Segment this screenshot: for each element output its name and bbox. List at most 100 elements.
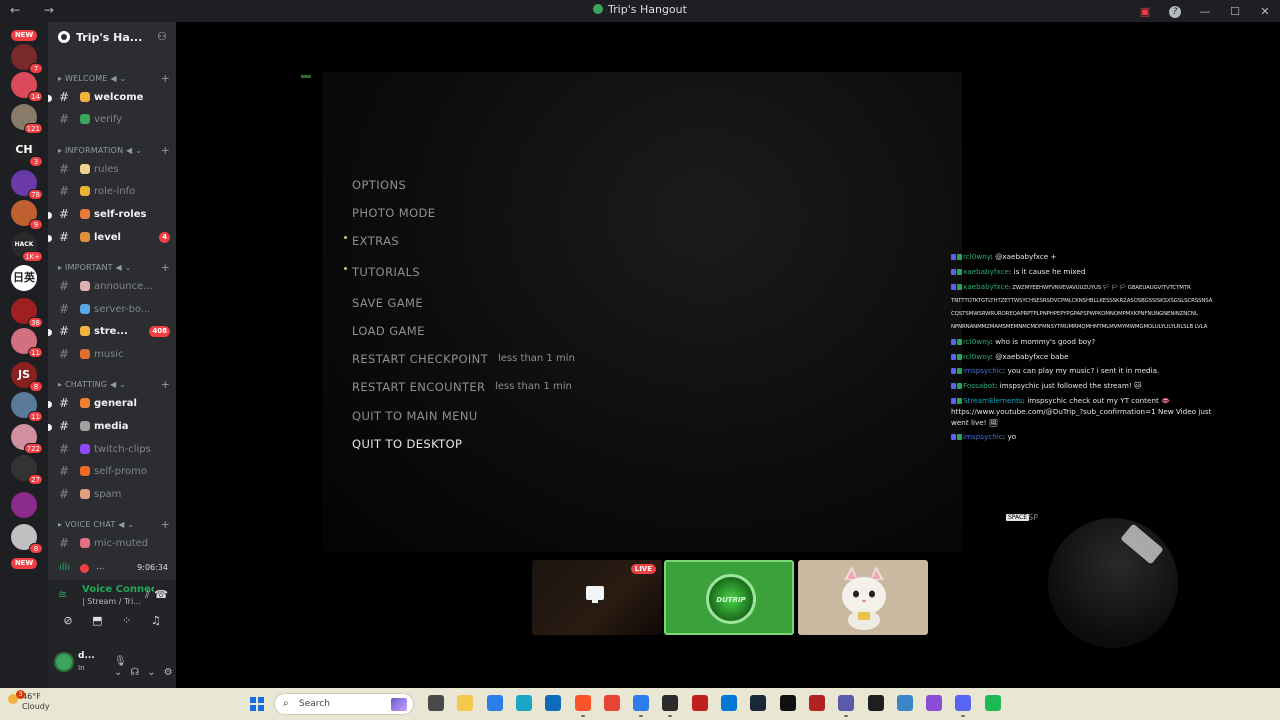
discord-icon[interactable]: [955, 695, 972, 711]
disconnect-icon[interactable]: ☎: [154, 588, 168, 601]
server-icon[interactable]: 11: [11, 392, 43, 422]
record-icon[interactable]: [691, 695, 708, 711]
help-icon[interactable]: ?: [1160, 4, 1190, 18]
server-icon[interactable]: 9: [11, 200, 43, 230]
voice-sub[interactable]: | Stream / Tri...: [82, 597, 154, 606]
menu-options[interactable]: OPTIONS: [352, 178, 406, 192]
menu-quit-to-main-menu[interactable]: QUIT TO MAIN MENU: [352, 409, 478, 423]
channel-server-bo[interactable]: # server-bo...: [56, 300, 170, 320]
server-icon[interactable]: 27: [11, 455, 43, 485]
minimize-button[interactable]: —: [1190, 5, 1220, 18]
server-icon[interactable]: 8: [11, 524, 43, 554]
channel-announce[interactable]: # announce...: [56, 277, 170, 297]
stream-view[interactable]: OPTIONS PHOTO MODE EXTRAS TUTORIALS SAVE GAM…: [176, 22, 1280, 688]
task-view-icon[interactable]: [428, 695, 444, 711]
channel-category[interactable]: ▸ IMPORTANT ◀ ⌄ +: [58, 261, 170, 274]
outlook-icon[interactable]: [545, 695, 562, 711]
mic-icon[interactable]: 🎙︎: [114, 656, 127, 667]
add-member-icon[interactable]: ⚇: [157, 30, 167, 43]
noise-suppression-icon[interactable]: ⫽: [145, 588, 150, 602]
server-icon[interactable]: 7: [11, 44, 43, 74]
add-channel-icon[interactable]: +: [161, 144, 170, 157]
server-icon[interactable]: JS 8: [11, 362, 43, 392]
game-icon[interactable]: [808, 695, 825, 711]
channel-category[interactable]: ▸ VOICE CHAT ◀ ⌄ +: [58, 518, 170, 531]
channel-rules[interactable]: # rules: [56, 160, 170, 180]
steam-icon[interactable]: [750, 695, 767, 711]
server-icon[interactable]: CH 3: [11, 137, 43, 167]
app-icon[interactable]: [721, 695, 737, 711]
channel-mic-muted[interactable]: # mic-muted: [56, 534, 170, 554]
chevron-down-icon[interactable]: ⌄: [114, 667, 122, 678]
headphones-icon[interactable]: ☊: [130, 667, 139, 678]
stream-tile-logo[interactable]: DUTRIP: [664, 560, 794, 635]
activities-icon[interactable]: ⁘: [113, 612, 141, 630]
obs-icon[interactable]: [662, 695, 679, 711]
server-icon[interactable]: 722: [11, 424, 43, 454]
camera-off-icon[interactable]: ⊘: [54, 612, 82, 630]
menu-restart-checkpoint[interactable]: RESTART CHECKPOINT: [352, 352, 488, 366]
server-icon[interactable]: HACK 1K+: [11, 232, 43, 262]
stream-tile-cat[interactable]: [798, 560, 928, 635]
server-icon[interactable]: 日英: [11, 265, 37, 291]
spotify-icon[interactable]: [984, 695, 1001, 711]
server-icon[interactable]: 78: [11, 170, 43, 200]
calculator-icon[interactable]: [633, 695, 650, 711]
channel-category[interactable]: ▸ INFORMATION ◀ ⌄ +: [58, 144, 170, 157]
menu-save-game[interactable]: SAVE GAME: [352, 296, 423, 310]
menu-tutorials[interactable]: TUTORIALS: [344, 265, 420, 279]
diamond-icon[interactable]: [838, 695, 855, 711]
server-icon[interactable]: 11: [11, 328, 43, 358]
menu-load-game[interactable]: LOAD GAME: [352, 324, 425, 338]
channel-verify[interactable]: # verify: [56, 110, 170, 130]
server-icon[interactable]: 121: [11, 104, 43, 134]
channel-spam[interactable]: # spam: [56, 485, 170, 505]
close-button[interactable]: ✕: [1250, 5, 1280, 18]
file-explorer-icon[interactable]: [457, 695, 474, 711]
stream-tile-game[interactable]: LIVE: [532, 560, 662, 635]
edge-icon[interactable]: [515, 695, 532, 711]
signal-icon[interactable]: ≋: [58, 588, 67, 601]
menu-extras[interactable]: EXTRAS: [344, 234, 399, 248]
chevron-down-icon[interactable]: ⌄: [147, 667, 155, 678]
screen-share-icon[interactable]: ⬒: [83, 612, 111, 630]
capcut-icon[interactable]: [779, 695, 796, 711]
chrome-icon[interactable]: [603, 695, 620, 711]
maximize-button[interactable]: ☐: [1220, 5, 1250, 18]
grid-app-icon[interactable]: [926, 695, 943, 711]
voice-channel-row[interactable]: ıllı ... 9:06:34: [56, 560, 170, 578]
channel-music[interactable]: # music: [56, 345, 170, 365]
brave-icon[interactable]: [574, 695, 591, 711]
channel-category[interactable]: ▸ WELCOME ◀ ⌄ +: [58, 72, 170, 85]
avatar[interactable]: [54, 652, 74, 672]
soundboard-icon[interactable]: ♫: [142, 612, 170, 630]
menu-restart-encounter[interactable]: RESTART ENCOUNTER: [352, 380, 485, 394]
menu-quit-to-desktop[interactable]: QUIT TO DESKTOP: [352, 437, 462, 451]
server-icon[interactable]: 14: [11, 72, 43, 102]
guild-header[interactable]: Trip's Ha... ⚇: [48, 22, 176, 52]
channel-category[interactable]: ▸ CHATTING ◀ ⌄ +: [58, 378, 170, 391]
channel-media[interactable]: # media: [48, 417, 170, 437]
channel-stre[interactable]: # stre... 408: [48, 322, 170, 342]
server-icon[interactable]: [11, 492, 37, 518]
channel-level[interactable]: # level 4: [48, 228, 170, 248]
add-channel-icon[interactable]: +: [161, 72, 170, 85]
windows-start-icon[interactable]: [250, 697, 264, 711]
photos-icon[interactable]: [896, 695, 913, 711]
terminal-icon[interactable]: [867, 695, 884, 711]
add-channel-icon[interactable]: +: [161, 261, 170, 274]
server-icon[interactable]: 38: [11, 298, 43, 328]
channel-welcome[interactable]: # welcome: [48, 88, 170, 108]
channel-general[interactable]: # general: [48, 394, 170, 414]
store-icon[interactable]: [486, 695, 503, 711]
channel-role-info[interactable]: # role-info: [56, 182, 170, 202]
channel-self-roles[interactable]: # self-roles: [48, 205, 170, 225]
gear-icon[interactable]: ⚙: [164, 667, 173, 678]
channel-self-promo[interactable]: # self-promo: [56, 462, 170, 482]
voice-status[interactable]: Voice Connected: [82, 584, 154, 595]
add-channel-icon[interactable]: +: [161, 378, 170, 391]
weather-widget[interactable]: 3 46°F Cloudy: [8, 690, 50, 712]
taskbar-search[interactable]: ⌕ Search: [274, 693, 414, 715]
add-channel-icon[interactable]: +: [161, 518, 170, 531]
channel-twitch-clips[interactable]: # twitch-clips: [56, 440, 170, 460]
